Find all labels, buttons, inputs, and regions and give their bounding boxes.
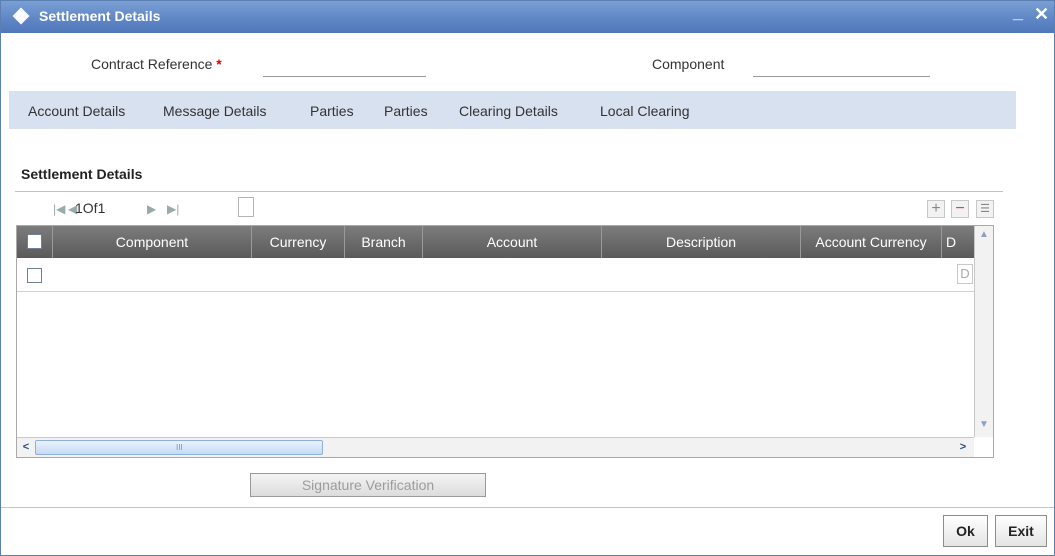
ok-button[interactable]: Ok [943, 515, 988, 547]
header-select-cell [17, 226, 53, 258]
component-input[interactable] [753, 63, 930, 77]
signature-verification-button[interactable]: Signature Verification [250, 473, 486, 497]
tab-parties-2[interactable]: Parties [384, 103, 428, 119]
exit-button[interactable]: Exit [995, 515, 1047, 547]
settlement-details-window: Settlement Details _ ✕ Contract Referenc… [0, 0, 1055, 556]
scroll-up-icon[interactable]: ▲ [976, 227, 992, 243]
tab-local-clearing[interactable]: Local Clearing [600, 103, 690, 119]
scroll-down-icon[interactable]: ▼ [976, 417, 992, 433]
scroll-grip: III [176, 443, 183, 452]
last-page-icon[interactable]: ▶| [167, 202, 179, 216]
tab-message-details[interactable]: Message Details [163, 103, 267, 119]
select-all-checkbox[interactable] [27, 234, 42, 249]
next-page-icon[interactable]: ▶ [147, 202, 156, 216]
tab-parties-1[interactable]: Parties [310, 103, 354, 119]
col-d-truncated[interactable]: D [942, 226, 974, 258]
horizontal-scroll-thumb[interactable]: III [35, 440, 323, 455]
col-branch[interactable]: Branch [345, 226, 423, 258]
delete-row-icon[interactable]: − [951, 200, 969, 218]
tab-account-details[interactable]: Account Details [28, 103, 125, 119]
contract-reference-input[interactable] [263, 63, 426, 77]
tab-clearing-details[interactable]: Clearing Details [459, 103, 558, 119]
table-row[interactable]: D [17, 258, 974, 292]
row-d-cell[interactable]: D [957, 264, 973, 284]
window-title: Settlement Details [39, 8, 161, 24]
contract-reference-label: Contract Reference * [91, 56, 222, 72]
tab-strip: Account Details Message Details Parties … [9, 91, 1016, 129]
first-page-icon[interactable]: |◀ [53, 202, 65, 216]
section-divider [15, 191, 1003, 192]
grid-header: Component Currency Branch Account Descri… [17, 226, 974, 258]
col-account-currency[interactable]: Account Currency [801, 226, 942, 258]
minimize-button[interactable]: _ [1013, 2, 1023, 23]
app-diamond-icon [12, 7, 30, 25]
footer-divider [1, 507, 1054, 508]
section-title: Settlement Details [21, 166, 143, 182]
scroll-left-icon[interactable]: < [18, 439, 34, 456]
close-icon[interactable]: ✕ [1034, 4, 1049, 25]
row-checkbox[interactable] [27, 268, 42, 283]
scroll-right-icon[interactable]: > [955, 439, 971, 456]
title-bar: Settlement Details _ ✕ [1, 1, 1054, 33]
component-label: Component [652, 56, 725, 72]
horizontal-scrollbar[interactable]: < III > [17, 437, 974, 457]
view-list-icon[interactable]: ☰ [976, 200, 994, 218]
page-indicator: 1Of1 [75, 200, 106, 216]
vertical-scrollbar[interactable]: ▲ ▼ [974, 226, 993, 437]
col-account[interactable]: Account [423, 226, 602, 258]
page-jump-input[interactable] [238, 197, 254, 217]
required-marker: * [216, 56, 222, 72]
contract-reference-label-text: Contract Reference [91, 56, 213, 72]
col-component[interactable]: Component [53, 226, 252, 258]
settlement-grid: Component Currency Branch Account Descri… [16, 225, 994, 458]
col-currency[interactable]: Currency [252, 226, 345, 258]
add-row-icon[interactable]: + [927, 200, 945, 218]
col-description[interactable]: Description [602, 226, 801, 258]
